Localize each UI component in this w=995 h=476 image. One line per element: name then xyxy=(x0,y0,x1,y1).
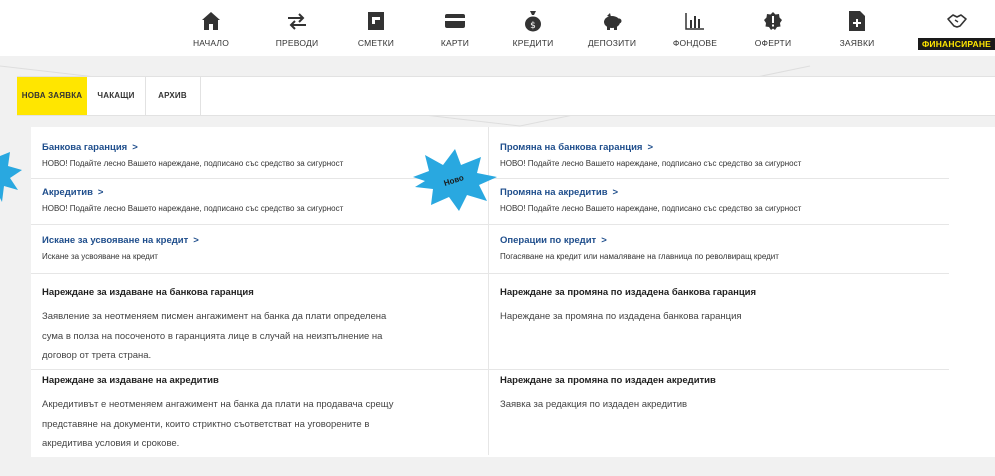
link-title[interactable]: Промяна на банкова гаранция > xyxy=(500,142,801,153)
block-description: Заявление за неотменяем писмен ангажимен… xyxy=(42,307,472,366)
link-description: НОВО! Подайте лесно Вашето нареждане, по… xyxy=(42,159,344,168)
nav-label: НАЧАЛО xyxy=(192,38,230,48)
nav-label: ПРЕВОДИ xyxy=(275,38,319,48)
link-bank-guarantee-amendment[interactable]: Промяна на банкова гаранция > НОВО! Подай… xyxy=(500,142,801,168)
block-description: Нареждане за промяна по издадена банкова… xyxy=(500,307,940,327)
credit-card-icon xyxy=(444,10,466,32)
block-description-line: Заявка за редакция по издаден акредитив xyxy=(500,399,688,410)
link-description: Искане за усвояване на кредит xyxy=(42,252,158,261)
nav-item-financing[interactable]: ФИНАНСИРАНЕ xyxy=(917,0,995,56)
transfer-arrows-icon xyxy=(286,10,308,32)
nav-item-deposits[interactable]: ДЕПОЗИТИ xyxy=(584,0,640,56)
row-divider xyxy=(31,273,949,274)
nav-item-offers[interactable]: ОФЕРТИ xyxy=(748,0,798,56)
block-description-line: Нареждане за промяна по издадена банкова… xyxy=(500,311,742,322)
block-description-line: договор от трета страна. xyxy=(42,350,152,361)
block-guarantee-amendment: Нареждане за промяна по издадена банкова… xyxy=(500,287,940,327)
nav-label: СМЕТКИ xyxy=(357,38,395,48)
account-card-icon xyxy=(365,10,387,32)
nav-item-loans[interactable]: $ КРЕДИТИ xyxy=(507,0,559,56)
tab-new-request[interactable]: НОВА ЗАЯВКА xyxy=(17,77,87,115)
piggy-bank-icon xyxy=(601,10,623,32)
home-icon xyxy=(200,10,222,32)
link-description: НОВО! Подайте лесно Вашето нареждане, по… xyxy=(500,204,802,213)
block-description: Акредитивът е неотменяем ангажимент на б… xyxy=(42,395,472,454)
new-badge-star: Ново xyxy=(413,149,497,211)
handshake-icon xyxy=(946,10,968,32)
svg-text:$: $ xyxy=(530,21,536,31)
link-title[interactable]: Операции по кредит > xyxy=(500,235,779,246)
offer-badge-icon xyxy=(762,10,784,32)
nav-item-cards[interactable]: КАРТИ xyxy=(432,0,478,56)
new-badge-left xyxy=(0,152,22,202)
money-bag-icon: $ xyxy=(522,10,544,32)
nav-item-accounts[interactable]: СМЕТКИ xyxy=(353,0,399,56)
link-description: Погасяване на кредит или намаляване на г… xyxy=(500,252,779,261)
block-description-line: акредитива условия и срокове. xyxy=(42,438,180,449)
request-document-icon xyxy=(846,10,868,32)
link-description: НОВО! Подайте лесно Вашето нареждане, по… xyxy=(500,159,802,168)
nav-label: ЗАЯВКИ xyxy=(839,38,875,48)
tab-divider xyxy=(200,77,201,115)
tab-archive[interactable]: АРХИВ xyxy=(145,77,200,115)
row-divider xyxy=(31,369,949,370)
link-credit-operations[interactable]: Операции по кредит > Погасяване на кредит… xyxy=(500,235,779,261)
block-credit-amendment: Нареждане за промяна по издаден акредити… xyxy=(500,375,940,415)
link-title[interactable]: Промяна на акредитив > xyxy=(500,187,801,198)
block-title: Нареждане за промяна по издадена банкова… xyxy=(500,287,757,298)
nav-label: ОФЕРТИ xyxy=(754,38,792,48)
block-title: Нареждане за промяна по издаден акредити… xyxy=(500,375,716,386)
nav-label: КРЕДИТИ xyxy=(512,38,554,48)
request-types-panel: Банкова гаранция > НОВО! Подайте лесно Ва… xyxy=(31,127,995,457)
block-description: Заявка за редакция по издаден акредитив xyxy=(500,395,940,415)
row-divider xyxy=(31,224,949,225)
block-description-line: представяне на документи, които стриктно… xyxy=(42,418,370,430)
nav-item-requests[interactable]: ЗАЯВКИ xyxy=(832,0,882,56)
nav-label: ДЕПОЗИТИ xyxy=(587,38,637,48)
nav-item-home[interactable]: НАЧАЛО xyxy=(188,0,234,56)
block-credit-issue: Нареждане за издаване на акредитив Акред… xyxy=(42,375,472,454)
chevron-right-icon: > xyxy=(647,142,654,153)
block-description-line: сума в полза на посоченото в гаранцията … xyxy=(42,330,383,342)
top-navigation: НАЧАЛО ПРЕВОДИ СМЕТКИ КАРТИ $ КРЕДИТИ ДЕ… xyxy=(0,0,995,56)
request-tabs: НОВА ЗАЯВКА ЧАКАЩИ АРХИВ xyxy=(17,76,995,116)
link-letter-of-credit-amendment[interactable]: Промяна на акредитив > НОВО! Подайте лесн… xyxy=(500,187,801,213)
chevron-right-icon: > xyxy=(193,235,199,246)
link-description: НОВО! Подайте лесно Вашето нареждане, по… xyxy=(42,204,344,213)
bar-chart-icon xyxy=(684,10,706,32)
link-title[interactable]: Акредитив > xyxy=(42,187,343,198)
block-description-line: Заявление за неотменяем писмен ангажимен… xyxy=(42,311,387,322)
block-description-line: Акредитивът е неотменяем ангажимент на б… xyxy=(42,399,394,410)
chevron-right-icon: > xyxy=(601,235,607,246)
nav-item-transfers[interactable]: ПРЕВОДИ xyxy=(272,0,322,56)
nav-label: ФИНАНСИРАНЕ xyxy=(917,38,995,50)
link-title[interactable]: Банкова гаранция > xyxy=(42,142,343,153)
link-letter-of-credit[interactable]: Акредитив > НОВО! Подайте лесно Вашето на… xyxy=(42,187,343,213)
block-title: Нареждане за издаване на акредитив xyxy=(42,375,219,386)
link-title[interactable]: Искане за усвояване на кредит > xyxy=(42,235,199,246)
chevron-right-icon: > xyxy=(612,187,619,198)
block-title: Нареждане за издаване на банкова гаранци… xyxy=(42,287,254,298)
chevron-right-icon: > xyxy=(132,142,138,153)
nav-label: КАРТИ xyxy=(440,38,470,48)
chevron-right-icon: > xyxy=(97,187,104,198)
tab-pending[interactable]: ЧАКАЩИ xyxy=(87,77,145,115)
nav-item-funds[interactable]: ФОНДОВЕ xyxy=(667,0,723,56)
link-credit-drawdown[interactable]: Искане за усвояване на кредит > Искане за… xyxy=(42,235,199,261)
block-guarantee-issue: Нареждане за издаване на банкова гаранци… xyxy=(42,287,472,366)
nav-label: ФОНДОВЕ xyxy=(672,38,718,48)
link-bank-guarantee[interactable]: Банкова гаранция > НОВО! Подайте лесно Ва… xyxy=(42,142,343,168)
